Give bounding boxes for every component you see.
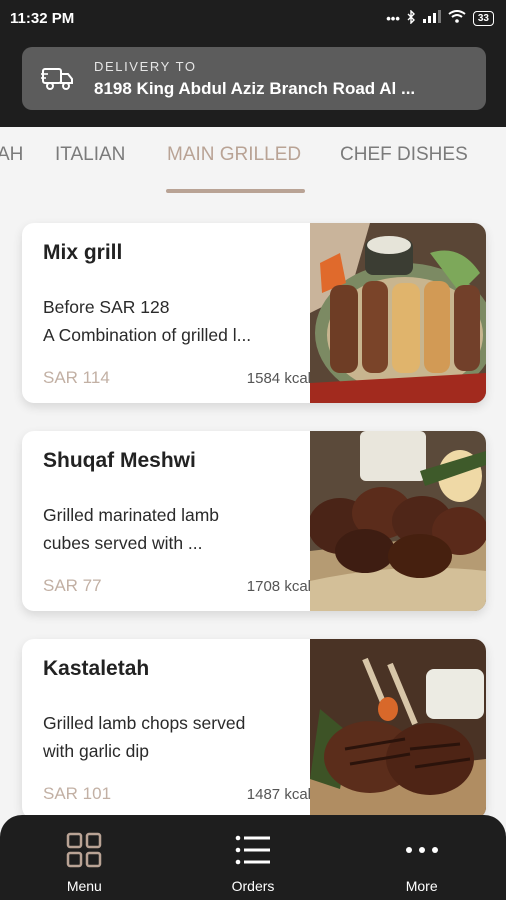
tab-italian[interactable]: ITALIAN (55, 144, 125, 166)
menu-item-price: SAR 114 (43, 368, 110, 387)
list-icon (235, 831, 271, 869)
menu-item-title: Shuqaf Meshwi (43, 449, 196, 472)
menu-item-calories: 1487 kcal (246, 786, 311, 803)
category-tabs: AH ITALIAN MAIN GRILLED CHEF DISHES (0, 127, 506, 197)
kastaletah-image (310, 639, 486, 819)
nav-menu-label: Menu (66, 878, 102, 894)
menu-item-description-line: Before SAR 128 (43, 297, 170, 317)
delivery-text: DELIVERY TO 8198 King Abdul Aziz Branch … (94, 59, 415, 99)
nav-orders[interactable]: Orders (169, 815, 338, 900)
menu-item-info: Mix grill Before SAR 128 A Combination o… (43, 223, 311, 403)
menu-item-price: SAR 77 (43, 576, 102, 595)
bluetooth-icon (407, 8, 416, 27)
menu-item-title: Kastaletah (43, 657, 150, 680)
nav-menu[interactable]: Menu (0, 815, 169, 900)
tab-main-grilled[interactable]: MAIN GRILLED (167, 144, 301, 166)
menu-item-description-line: cubes served with ... (43, 533, 203, 553)
tab-previous[interactable]: AH (0, 144, 23, 166)
shuqaf-meshwi-image (308, 431, 486, 611)
battery-icon: 33 (472, 10, 494, 26)
delivery-truck-icon (22, 66, 94, 92)
status-dots: ••• (386, 10, 400, 26)
active-tab-indicator (166, 189, 305, 193)
delivery-address: 8198 King Abdul Aziz Branch Road Al ... (94, 78, 416, 98)
menu-item-description: Grilled lamb chops served with garlic di… (43, 709, 295, 765)
menu-item-card[interactable]: Shuqaf Meshwi Grilled marinated lamb cub… (22, 431, 486, 611)
app-header: DELIVERY TO 8198 King Abdul Aziz Branch … (0, 36, 506, 127)
delivery-label: DELIVERY TO (94, 58, 197, 74)
menu-item-description-line: Grilled lamb chops served (43, 713, 246, 733)
menu-item-description-line: with garlic dip (43, 741, 150, 761)
menu-item-description: Grilled marinated lamb cubes served with… (43, 501, 295, 557)
menu-item-calories: 1584 kcal (246, 370, 311, 387)
menu-item-info: Shuqaf Meshwi Grilled marinated lamb cub… (43, 431, 311, 611)
menu-item-card[interactable]: Kastaletah Grilled lamb chops served wit… (22, 639, 486, 819)
menu-item-card[interactable]: Mix grill Before SAR 128 A Combination o… (22, 223, 486, 403)
grid-icon (66, 831, 102, 869)
nav-more[interactable]: More (337, 815, 506, 900)
menu-item-calories: 1708 kcal (246, 578, 311, 595)
nav-more-label: More (405, 878, 438, 894)
wifi-icon (448, 10, 466, 26)
status-time: 11:32 PM (10, 9, 75, 27)
status-bar: 11:32 PM ••• 33 (0, 0, 506, 36)
bottom-navigation: Menu Orders More (0, 815, 506, 900)
tab-chef-dishes[interactable]: CHEF DISHES (340, 144, 468, 166)
signal-icon (422, 10, 441, 26)
status-icons: ••• 33 (386, 8, 494, 27)
mix-grill-image (310, 223, 486, 403)
more-dots-icon (404, 831, 440, 869)
nav-orders-label: Orders (231, 878, 275, 894)
delivery-address-selector[interactable]: DELIVERY TO 8198 King Abdul Aziz Branch … (22, 47, 486, 110)
menu-item-title: Mix grill (43, 241, 123, 264)
menu-item-description-line: Grilled marinated lamb (43, 505, 220, 525)
menu-item-description-line: A Combination of grilled l... (43, 325, 252, 345)
menu-item-price: SAR 101 (43, 784, 112, 803)
menu-item-description: Before SAR 128 A Combination of grilled … (43, 293, 295, 349)
menu-item-info: Kastaletah Grilled lamb chops served wit… (43, 639, 311, 819)
